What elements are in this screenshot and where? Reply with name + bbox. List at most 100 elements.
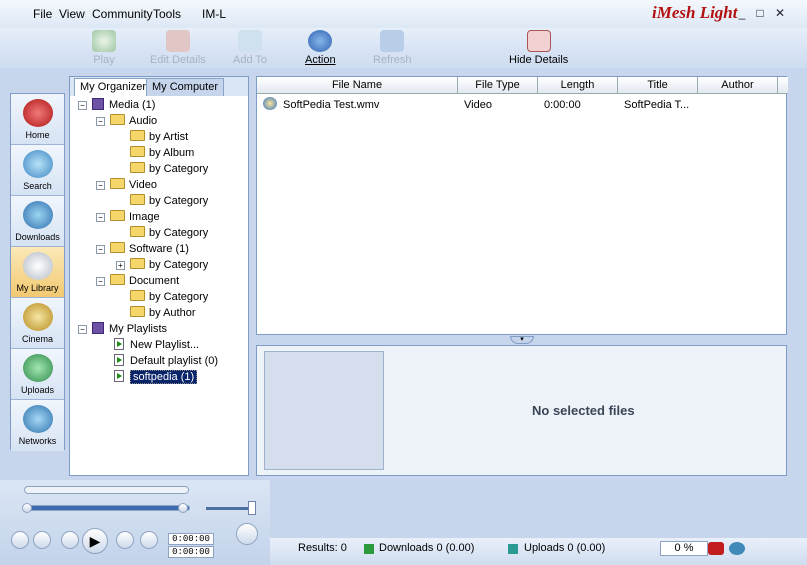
collapse-toggle[interactable]: − <box>96 245 105 254</box>
tree-video-by-category[interactable]: by Category <box>130 193 208 209</box>
tree-new-playlist[interactable]: New Playlist... <box>114 337 199 353</box>
nav-cinema[interactable]: Cinema <box>11 298 64 349</box>
play-pause-button[interactable]: ▶ <box>82 528 108 554</box>
column-author[interactable]: Author <box>698 77 778 94</box>
menu-tools[interactable]: Tools <box>153 7 181 21</box>
tree-document-by-category[interactable]: by Category <box>130 289 208 305</box>
tree-software[interactable]: Software (1) <box>110 241 189 257</box>
splitter-toggle[interactable]: ▾ <box>510 336 534 344</box>
cell-file-type: Video <box>464 99 492 111</box>
collapse-toggle[interactable]: − <box>96 117 105 126</box>
nav-my-library[interactable]: My Library <box>11 247 64 298</box>
upload-arrow-icon <box>508 544 518 554</box>
previous-icon[interactable] <box>61 531 79 549</box>
downloads-status: Downloads 0 (0.00) <box>379 542 475 554</box>
nav-search[interactable]: Search <box>11 145 64 196</box>
nav-downloads[interactable]: Downloads <box>11 196 64 247</box>
progress-percent: 0 % <box>660 541 708 556</box>
maximize-button[interactable]: □ <box>753 6 767 20</box>
menu-view[interactable]: View <box>59 7 85 21</box>
hide-details-button[interactable]: Hide Details <box>509 30 568 66</box>
media-icon <box>92 98 104 110</box>
refresh-button[interactable]: Refresh <box>373 30 412 66</box>
tree-software-by-category[interactable]: by Category <box>130 257 208 273</box>
shuffle-icon[interactable] <box>11 531 29 549</box>
tree-media[interactable]: Media (1) <box>92 97 155 113</box>
playlist-icon <box>114 354 124 366</box>
play-button[interactable]: Play <box>92 30 116 66</box>
seek-slider[interactable] <box>24 505 190 511</box>
status-bar: Results: 0 Downloads 0 (0.00) Uploads 0 … <box>270 538 807 565</box>
close-button[interactable]: ✕ <box>773 6 787 20</box>
action-icon <box>308 30 333 52</box>
wmv-file-icon <box>263 97 277 110</box>
cinema-icon <box>22 303 53 331</box>
folder-icon <box>110 242 125 253</box>
column-file-name[interactable]: File Name <box>257 77 458 94</box>
nav-home[interactable]: Home <box>11 94 64 145</box>
toolbar: Play Edit Details Add To Action Refresh … <box>0 28 807 68</box>
add-icon <box>238 30 263 52</box>
mute-icon[interactable] <box>236 523 258 545</box>
edit-details-icon <box>165 30 190 52</box>
folder-icon <box>130 258 145 269</box>
tree-default-playlist[interactable]: Default playlist (0) <box>114 353 218 369</box>
repeat-icon[interactable] <box>33 531 51 549</box>
tree-image[interactable]: Image <box>110 209 160 225</box>
details-panel: No selected files <box>256 345 787 476</box>
progress-bar[interactable] <box>24 486 189 494</box>
column-file-type[interactable]: File Type <box>458 77 538 94</box>
volume-handle[interactable] <box>248 501 256 515</box>
tree-audio-by-album[interactable]: by Album <box>130 145 194 161</box>
collapse-toggle[interactable]: − <box>78 101 87 110</box>
nav-networks[interactable]: Networks <box>11 400 64 451</box>
network-status-icon[interactable] <box>708 542 724 555</box>
tree-my-playlists[interactable]: My Playlists <box>92 321 167 337</box>
app-logo: iMesh Light <box>652 3 738 22</box>
folder-icon <box>130 146 145 157</box>
playlist-icon <box>114 370 124 382</box>
elapsed-time: 0:00:00 <box>168 533 214 545</box>
cell-length: 0:00:00 <box>544 99 581 111</box>
menu-im-l[interactable]: IM-L <box>202 7 226 21</box>
connection-icon[interactable] <box>729 542 745 555</box>
minimize-button[interactable]: _ <box>735 6 749 20</box>
collapse-toggle[interactable]: − <box>96 213 105 222</box>
collapse-toggle[interactable]: − <box>96 277 105 286</box>
tree-image-by-category[interactable]: by Category <box>130 225 208 241</box>
tab-my-computer[interactable]: My Computer <box>146 78 225 96</box>
edit-details-button[interactable]: Edit Details <box>150 30 206 66</box>
left-navigation: Home Search Downloads My Library Cinema … <box>10 93 65 451</box>
organizer-tabs: My Organizer My Computer <box>70 77 248 96</box>
tree-audio-by-category[interactable]: by Category <box>130 161 208 177</box>
column-title[interactable]: Title <box>618 77 698 94</box>
seek-back-icon[interactable] <box>22 503 32 513</box>
expand-toggle[interactable]: + <box>116 261 125 270</box>
tree-audio-by-artist[interactable]: by Artist <box>130 129 188 145</box>
seek-forward-icon[interactable] <box>178 503 188 513</box>
networks-icon <box>22 405 53 433</box>
volume-slider[interactable] <box>206 507 254 510</box>
nav-uploads[interactable]: Uploads <box>11 349 64 400</box>
stop-icon[interactable] <box>116 531 134 549</box>
action-button[interactable]: Action <box>305 30 336 66</box>
no-selection-message: No selected files <box>532 403 635 418</box>
tree-audio[interactable]: Audio <box>110 113 157 129</box>
results-count: Results: 0 <box>298 542 347 554</box>
tree-softpedia-playlist[interactable]: softpedia (1) <box>114 369 198 385</box>
media-player: ▶ 0:00:00 0:00:00 <box>0 480 270 565</box>
next-icon[interactable] <box>140 531 158 549</box>
menu-community[interactable]: Community <box>92 7 153 21</box>
add-to-button[interactable]: Add To <box>233 30 267 66</box>
menu-file[interactable]: File <box>33 7 52 21</box>
refresh-icon <box>380 30 405 52</box>
tree-video[interactable]: Video <box>110 177 157 193</box>
collapse-toggle[interactable]: − <box>78 325 87 334</box>
folder-icon <box>110 274 125 285</box>
collapse-toggle[interactable]: − <box>96 181 105 190</box>
column-length[interactable]: Length <box>538 77 618 94</box>
tree-document-by-author[interactable]: by Author <box>130 305 195 321</box>
tree-document[interactable]: Document <box>110 273 179 289</box>
downloads-icon <box>22 201 53 229</box>
tab-my-organizer[interactable]: My Organizer <box>74 78 153 96</box>
